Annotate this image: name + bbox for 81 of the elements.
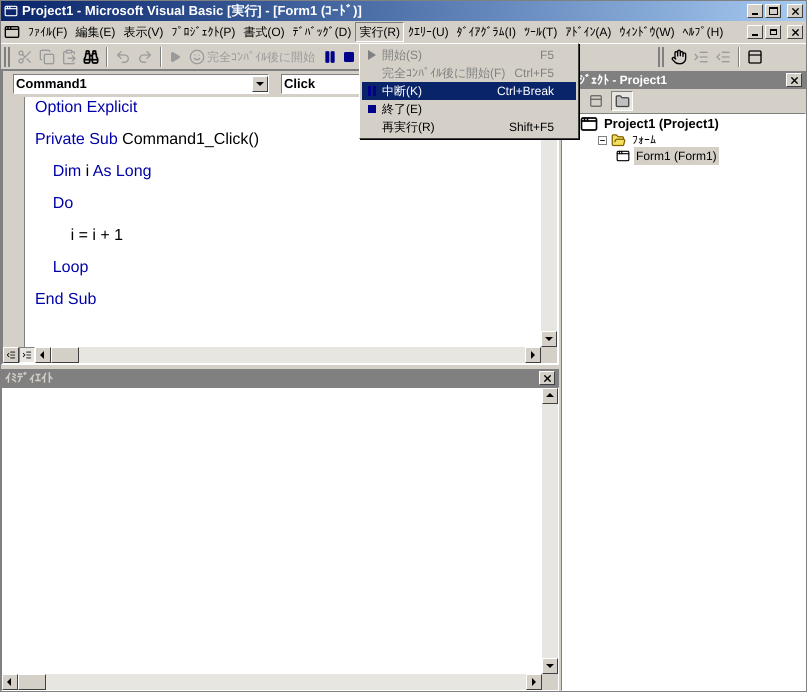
scroll-down-button[interactable] (542, 658, 558, 674)
scroll-right-button[interactable] (525, 347, 541, 363)
collapse-button[interactable] (598, 136, 607, 144)
minimize-button[interactable] (747, 25, 763, 39)
document-icon[interactable] (4, 24, 20, 40)
menu-item[interactable]: ﾌﾟﾛｼﾞｪｸﾄ(P) (167, 22, 240, 42)
close-icon (542, 372, 552, 384)
lines-icon (22, 350, 32, 360)
scroll-left-button[interactable] (35, 347, 51, 363)
scroll-thumb[interactable] (18, 674, 46, 690)
menu-item[interactable]: ｳｨﾝﾄﾞｳ(W) (615, 22, 679, 42)
menu-item[interactable]: 編集(E) (71, 22, 120, 42)
tree-item[interactable]: ﾌｫｰﾑ (630, 131, 658, 149)
project-icon (580, 115, 598, 133)
scroll-right-button[interactable] (526, 674, 542, 690)
stop-icon[interactable] (343, 50, 355, 62)
code-line: Dim i As Long (52, 163, 152, 182)
object-browser-icon[interactable] (747, 48, 763, 64)
close-button[interactable] (787, 4, 803, 18)
form-icon (616, 149, 630, 163)
code-line: Option Explicit (35, 99, 138, 118)
code-line: Private Sub Command1_Click() (35, 131, 260, 150)
panel-title: ｼﾞｪｸﾄ - Project1 (579, 72, 668, 89)
close-button[interactable] (787, 25, 803, 39)
menu-item[interactable]: ﾌｧｲﾙ(F) (24, 22, 72, 42)
close-button[interactable] (539, 371, 555, 385)
menu-item[interactable]: ﾂｰﾙ(T) (520, 22, 562, 42)
menu-item[interactable]: 実行(R) (355, 22, 404, 42)
close-button[interactable] (786, 73, 802, 87)
panel-title: ｲﾐﾃﾞｨｴｲﾄ (5, 370, 54, 387)
code-line: End Sub (35, 291, 96, 310)
smiley-icon (189, 48, 205, 64)
object-dropdown[interactable]: Command1 (13, 74, 269, 94)
vertical-scrollbar[interactable] (542, 388, 558, 674)
dropdown-arrow-button[interactable] (252, 76, 268, 92)
close-icon (788, 74, 800, 86)
scroll-left-button[interactable] (2, 674, 18, 690)
procedure-view-button[interactable] (3, 347, 19, 363)
scroll-up-button[interactable] (542, 388, 558, 404)
toolbar-grip[interactable] (658, 46, 664, 66)
toggle-folders-button[interactable] (611, 91, 633, 111)
folder-icon (611, 132, 626, 148)
tree-item[interactable]: Form1 (Form1) (634, 147, 719, 165)
lines-icon (6, 350, 16, 360)
maximize-button[interactable] (765, 4, 781, 18)
restore-icon (770, 29, 776, 35)
pause-icon (368, 86, 376, 96)
minimize-icon (752, 34, 758, 36)
menu-item[interactable]: ｱﾄﾞｲﾝ(A) (561, 22, 616, 42)
play-icon (368, 50, 376, 60)
window-title: Project1 - Microsoft Visual Basic [実行] - [Form1 (ｺｰﾄﾞ)] (22, 2, 363, 20)
minimize-button[interactable] (747, 4, 763, 18)
hand-icon[interactable] (671, 48, 687, 64)
menu-item[interactable]: ﾃﾞﾊﾞｯｸﾞ(D) (288, 22, 356, 42)
tree-item[interactable]: Project1 (Project1) (602, 114, 721, 134)
menu-item[interactable]: 書式(O) (239, 22, 289, 42)
menu-option[interactable]: 中断(K) Ctrl+Break (362, 82, 576, 100)
restore-button[interactable] (765, 25, 781, 39)
menu-item[interactable]: ﾍﾙﾌﾟ(H) (678, 22, 728, 42)
menu-item[interactable]: ｸｴﾘｰ(U) (404, 22, 453, 42)
binoculars-icon[interactable] (83, 48, 99, 64)
close-icon (790, 6, 800, 16)
toolbar-grip[interactable] (4, 46, 10, 66)
pause-icon[interactable] (323, 50, 337, 64)
scroll-down-button[interactable] (541, 331, 557, 347)
code-line: Loop (52, 259, 88, 278)
close-icon (790, 26, 800, 38)
app-icon (4, 4, 18, 18)
scroll-thumb[interactable] (51, 347, 79, 363)
menu-item[interactable]: 表示(V) (119, 22, 168, 42)
menu-item[interactable]: ﾀﾞｲｱｸﾞﾗﾑ(I) (452, 22, 520, 42)
stop-icon (368, 105, 376, 113)
code-line: Do (52, 195, 74, 214)
horizontal-scrollbar[interactable] (35, 347, 541, 363)
code-line: i = i + 1 (70, 227, 124, 246)
full-module-view-button[interactable] (19, 347, 35, 363)
horizontal-scrollbar[interactable] (2, 674, 542, 690)
form-view-icon (589, 94, 603, 108)
maximize-icon (768, 7, 778, 15)
folder-icon (614, 94, 630, 108)
minimize-icon (752, 13, 758, 15)
